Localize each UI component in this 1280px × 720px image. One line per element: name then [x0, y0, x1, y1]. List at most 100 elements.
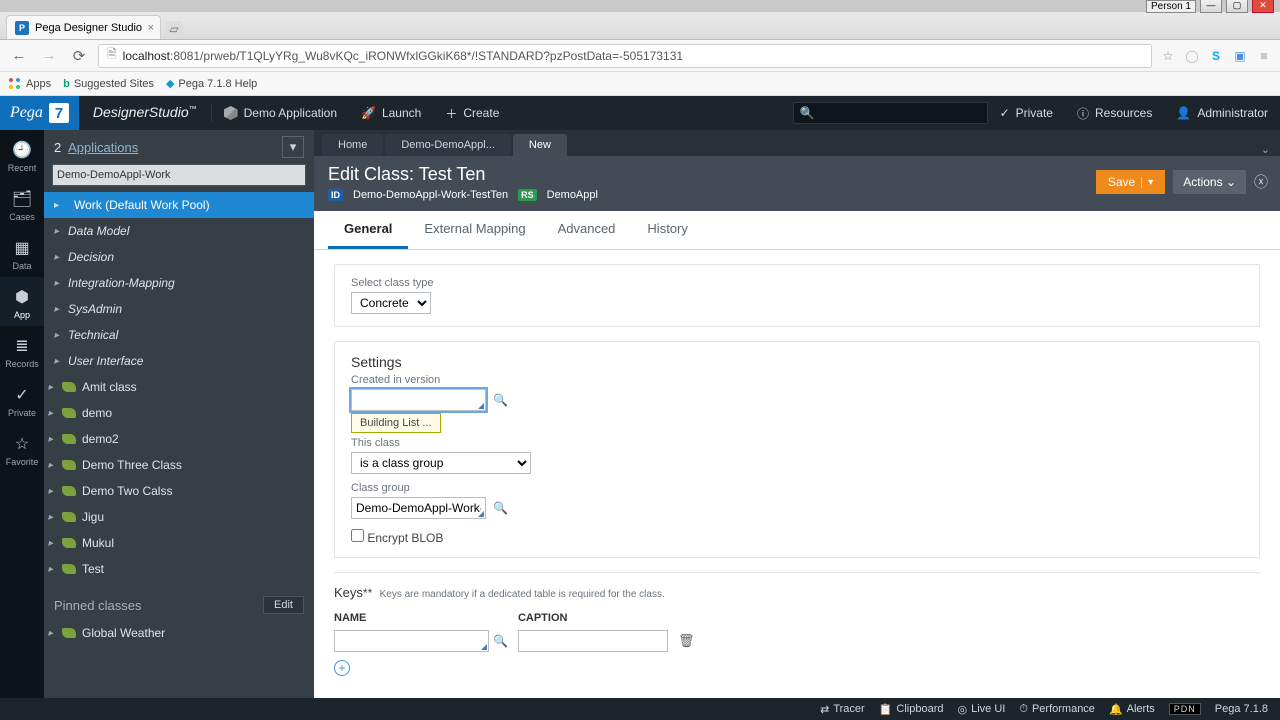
footer-performance[interactable]: ⏱Performance [1019, 703, 1095, 716]
nav-forward-icon[interactable]: → [38, 45, 60, 67]
save-caret-icon[interactable]: ▾ [1141, 177, 1153, 188]
this-class-select[interactable]: is a class group [351, 452, 531, 474]
class-type-select[interactable]: Concrete [351, 292, 431, 314]
close-tab-icon[interactable]: × [148, 22, 154, 34]
autocomplete-handle-icon[interactable] [478, 511, 484, 517]
bookmark-suggested[interactable]: bSuggested Sites [63, 78, 154, 90]
bookmark-star-icon[interactable]: ☆ [1160, 48, 1176, 64]
settings-section: Settings Created in version Building Lis… [334, 341, 1260, 558]
class-group-input[interactable] [351, 497, 486, 519]
pinned-class[interactable]: ▸Global Weather [44, 620, 314, 646]
tab-history[interactable]: History [631, 211, 703, 249]
browser-tab-pega[interactable]: P Pega Designer Studio × [6, 15, 161, 39]
tree-class[interactable]: ▸Jigu [44, 504, 314, 530]
skype-icon[interactable]: S [1208, 48, 1224, 64]
launch-button[interactable]: 🚀Launch [349, 96, 433, 130]
delete-row-icon[interactable]: 🗑 [678, 633, 695, 648]
rail-records[interactable]: ≣Records [0, 326, 44, 375]
app-selector[interactable] [52, 164, 306, 186]
page-info-icon[interactable]: 🗎 [107, 45, 117, 66]
designer-studio-label[interactable]: DesignerStudio™ [79, 104, 212, 122]
tab-demo[interactable]: Demo-DemoAppl... [385, 134, 511, 156]
chrome-menu-icon[interactable]: ≡ [1256, 48, 1272, 64]
autocomplete-handle-icon[interactable] [481, 644, 487, 650]
rail-private[interactable]: ✓Private [0, 375, 44, 424]
tab-advanced[interactable]: Advanced [542, 211, 632, 249]
footer-clipboard[interactable]: 📋Clipboard [879, 703, 944, 716]
leaf-icon [62, 564, 76, 574]
pega-logo[interactable]: Pega 7 [0, 96, 79, 130]
footer-pdn[interactable]: PDN [1169, 703, 1201, 715]
rail-app[interactable]: ⬢App [0, 277, 44, 326]
rail-cases[interactable]: 🗂Cases [0, 179, 44, 228]
tab-new[interactable]: New [513, 134, 567, 156]
clipboard-icon: 📋 [879, 703, 893, 716]
footer-alerts[interactable]: 🔔Alerts [1109, 703, 1155, 716]
footer-liveui[interactable]: ◎Live UI [958, 703, 1006, 716]
footer-tracer[interactable]: ⇄Tracer [820, 703, 865, 716]
created-version-input[interactable] [351, 389, 486, 411]
tree-class[interactable]: ▸Amit class [44, 374, 314, 400]
encrypt-blob-checkbox[interactable] [351, 529, 364, 542]
app-count: 2 [54, 140, 61, 155]
ext-icon-2[interactable]: ▣ [1232, 48, 1248, 64]
header-search[interactable]: 🔍 [793, 102, 988, 124]
ext-icon-1[interactable]: ◯ [1184, 48, 1200, 64]
applications-link[interactable]: Applications [68, 140, 138, 155]
nav-reload-icon[interactable]: ⟳ [68, 45, 90, 67]
expand-icon[interactable]: ▾ [282, 136, 304, 158]
app-switcher[interactable]: Demo Application [212, 96, 349, 130]
address-bar[interactable]: 🗎 localhost:8081/prweb/T1QLyYRg_Wu8vKQc_… [98, 44, 1152, 68]
footer-label: Tracer [833, 703, 864, 715]
window-titlebar: Person 1 — ▢ ✕ [0, 0, 1280, 12]
stack-icon: ≣ [0, 336, 44, 356]
tab-home[interactable]: Home [322, 134, 383, 156]
tabs-overflow-icon[interactable]: ⌄ [1251, 143, 1280, 156]
tree-class[interactable]: ▸Test [44, 556, 314, 582]
search-icon: 🔍 [800, 106, 815, 120]
window-close[interactable]: ✕ [1252, 0, 1274, 13]
new-tab-button[interactable]: ▱ [165, 21, 183, 39]
window-minimize[interactable]: — [1200, 0, 1222, 13]
tree-work-pool[interactable]: ▸Work (Default Work Pool) [44, 192, 314, 218]
tab-general[interactable]: General [328, 211, 408, 249]
key-caption-input[interactable] [518, 630, 668, 652]
bing-icon: b [63, 78, 70, 90]
tree-class[interactable]: ▸demo [44, 400, 314, 426]
tree-class[interactable]: ▸demo2 [44, 426, 314, 452]
key-name-input[interactable] [334, 630, 489, 652]
rail-data[interactable]: ▦Data [0, 228, 44, 277]
address-row: ← → ⟳ 🗎 localhost:8081/prweb/T1QLyYRg_Wu… [0, 40, 1280, 72]
lookup-icon[interactable]: 🔍 [493, 501, 508, 515]
operator-menu[interactable]: 👤Administrator [1164, 96, 1280, 130]
tree-class[interactable]: ▸Demo Two Calss [44, 478, 314, 504]
add-key-button[interactable]: + [334, 660, 350, 676]
bookmark-apps[interactable]: Apps [8, 77, 51, 91]
resources-button[interactable]: ⓘResources [1065, 96, 1164, 130]
tree-item[interactable]: ▸Technical [44, 322, 314, 348]
tree-class[interactable]: ▸Mukul [44, 530, 314, 556]
create-button[interactable]: ＋Create [433, 96, 511, 130]
lookup-icon[interactable]: 🔍 [493, 393, 508, 407]
lookup-icon[interactable]: 🔍 [493, 634, 508, 648]
tree-class[interactable]: ▸Demo Three Class [44, 452, 314, 478]
bookmark-help[interactable]: ◆Pega 7.1.8 Help [166, 77, 257, 90]
edit-pinned-button[interactable]: Edit [263, 596, 304, 614]
tree-item[interactable]: ▸Data Model [44, 218, 314, 244]
rail-recent[interactable]: 🕘Recent [0, 130, 44, 179]
caret-icon: ⌄ [1226, 175, 1236, 189]
person-badge[interactable]: Person 1 [1146, 0, 1196, 13]
actions-button[interactable]: Actions ⌄ [1173, 170, 1246, 194]
rail-favorite[interactable]: ☆Favorite [0, 424, 44, 473]
tree-item[interactable]: ▸SysAdmin [44, 296, 314, 322]
window-maximize[interactable]: ▢ [1226, 0, 1248, 13]
tab-external-mapping[interactable]: External Mapping [408, 211, 541, 249]
tree-item[interactable]: ▸User Interface [44, 348, 314, 374]
tree-item[interactable]: ▸Integration-Mapping [44, 270, 314, 296]
private-toggפ[interactable]: ✓Private [988, 96, 1065, 130]
nav-back-icon[interactable]: ← [8, 45, 30, 67]
save-button[interactable]: Save▾ [1096, 170, 1165, 194]
autocomplete-handle-icon[interactable] [478, 403, 484, 409]
rule-close-icon[interactable]: ⓧ [1254, 172, 1268, 192]
tree-item[interactable]: ▸Decision [44, 244, 314, 270]
